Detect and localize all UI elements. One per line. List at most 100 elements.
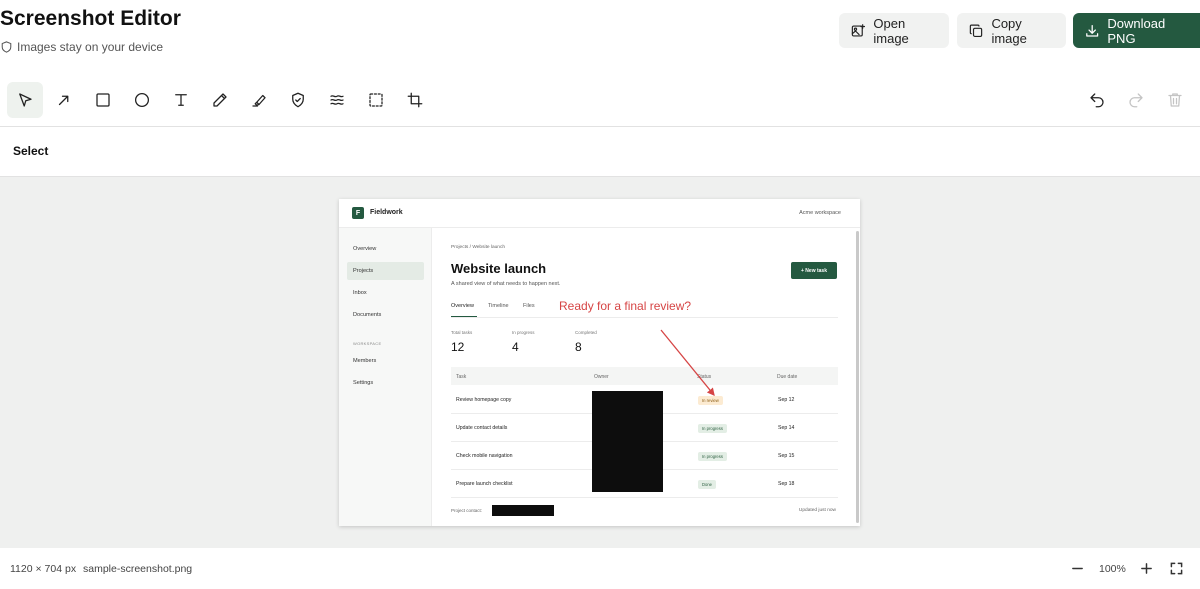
status-badge: Done <box>698 480 717 489</box>
file-name: sample-screenshot.png <box>83 563 193 575</box>
stat-label: In progress <box>512 330 535 335</box>
task-name: Prepare launch checklist <box>456 481 513 487</box>
download-png-button[interactable]: Download PNG <box>1073 13 1200 48</box>
task-name: Check mobile navigation <box>456 453 513 459</box>
text-icon <box>175 94 187 106</box>
crop-icon <box>407 92 423 108</box>
screenshot-topbar: F Fieldwork Acme workspace <box>339 199 860 228</box>
due-date: Sep 15 <box>778 453 795 459</box>
arrow-icon <box>58 95 69 106</box>
nav-item: Inbox <box>353 290 367 296</box>
text-annotation[interactable]: Ready for a final review? <box>559 299 691 313</box>
project-contact-label: Project contact: <box>451 508 483 513</box>
blur-icon <box>330 95 344 105</box>
shield-icon <box>1 41 12 53</box>
image-plus-icon <box>851 23 866 37</box>
due-date: Sep 14 <box>778 425 795 431</box>
copy-icon <box>969 24 983 37</box>
page-subtitle: A shared view of what needs to happen ne… <box>451 281 561 287</box>
status-badge: In review <box>698 396 723 405</box>
tab-timeline: Timeline <box>488 303 509 309</box>
delete-button[interactable] <box>1157 82 1193 118</box>
select-tool[interactable] <box>7 82 43 118</box>
nav-section-label: WORKSPACE <box>353 341 382 346</box>
selection-tool[interactable] <box>358 82 394 118</box>
task-name: Update contact details <box>456 425 508 431</box>
open-image-button[interactable]: Open image <box>839 13 949 48</box>
redaction-box[interactable] <box>492 505 554 516</box>
stat-label: Completed <box>575 330 597 335</box>
trash-icon <box>1168 93 1182 107</box>
highlighter-tool[interactable] <box>241 82 277 118</box>
header: Screenshot Editor Images stay on your de… <box>0 0 1200 72</box>
breadcrumb: Projects / Website launch <box>451 245 506 250</box>
plus-icon <box>1140 562 1152 574</box>
workspace-name: Acme workspace <box>799 210 841 216</box>
rectangle-tool[interactable] <box>85 82 121 118</box>
column-header: Status <box>697 374 712 380</box>
redo-button[interactable] <box>1118 82 1154 118</box>
zoom-out-button[interactable] <box>1067 558 1087 578</box>
dashed-rect-icon <box>369 93 383 107</box>
pen-icon <box>213 93 227 107</box>
image-dimensions: 1120 × 704 px <box>10 563 77 575</box>
tab-files: Files <box>523 303 535 309</box>
updated-label: Updated just now <box>798 508 836 513</box>
tool-mode-label: Select <box>13 144 49 158</box>
new-task-button: + New task <box>791 262 837 279</box>
app-title: Screenshot Editor <box>0 7 181 30</box>
cursor-icon <box>19 93 32 107</box>
highlighter-icon <box>252 94 266 107</box>
status-badge: In progress <box>698 424 727 433</box>
fullscreen-icon <box>1170 562 1182 574</box>
app-logo: F <box>352 207 364 219</box>
crop-tool[interactable] <box>397 82 433 118</box>
undo-button[interactable] <box>1079 82 1115 118</box>
canvas-area[interactable]: F Fieldwork Acme workspace Overview Proj… <box>0 177 1200 548</box>
tab-rule <box>451 317 838 318</box>
privacy-note-text: Images stay on your device <box>17 40 164 54</box>
redaction-box[interactable] <box>592 391 663 492</box>
drawing-toolbar <box>0 80 1200 120</box>
pen-tool[interactable] <box>202 82 238 118</box>
page-title: Website launch <box>451 261 547 276</box>
undo-icon <box>1090 93 1104 108</box>
text-tool[interactable] <box>163 82 199 118</box>
blur-tool[interactable] <box>319 82 355 118</box>
arrow-tool[interactable] <box>46 82 82 118</box>
minus-icon <box>1071 567 1083 569</box>
nav-item: Members <box>353 358 377 364</box>
screenshot-sidebar: Overview Projects Inbox Documents WORKSP… <box>339 228 432 526</box>
copy-image-button[interactable]: Copy image <box>957 13 1066 48</box>
copy-image-label: Copy image <box>991 15 1027 46</box>
status-bar: 1120 × 704 px sample-screenshot.png 100% <box>0 548 1200 589</box>
nav-item: Overview <box>353 246 377 252</box>
ellipse-icon <box>134 92 150 108</box>
zoom-level: 100% <box>1099 563 1126 575</box>
due-date: Sep 12 <box>778 397 795 403</box>
screenshot-scrollbar <box>856 231 859 523</box>
ellipse-tool[interactable] <box>124 82 160 118</box>
zoom-in-button[interactable] <box>1136 558 1156 578</box>
open-image-label: Open image <box>873 15 909 46</box>
screenshot-image[interactable]: F Fieldwork Acme workspace Overview Proj… <box>339 199 860 526</box>
nav-item: Documents <box>353 312 382 318</box>
toolbar-divider <box>0 126 1200 127</box>
task-name: Review homepage copy <box>456 397 512 403</box>
column-header: Owner <box>594 374 609 380</box>
download-icon <box>1086 24 1099 37</box>
stat-label: Total tasks <box>451 330 473 335</box>
tab-overview: Overview <box>451 303 474 309</box>
due-date: Sep 18 <box>778 481 795 487</box>
redo-icon <box>1129 93 1143 108</box>
nav-item-active: Projects <box>347 262 424 280</box>
rectangle-icon <box>96 93 110 107</box>
stat-value: 12 <box>451 340 465 354</box>
status-badge: In progress <box>698 452 727 461</box>
redact-tool[interactable] <box>280 82 316 118</box>
stat-value: 4 <box>512 340 519 354</box>
column-header: Task <box>456 374 467 380</box>
fit-screen-button[interactable] <box>1166 558 1186 578</box>
brand-name: Fieldwork <box>370 209 403 216</box>
privacy-note: Images stay on your device <box>1 40 163 54</box>
